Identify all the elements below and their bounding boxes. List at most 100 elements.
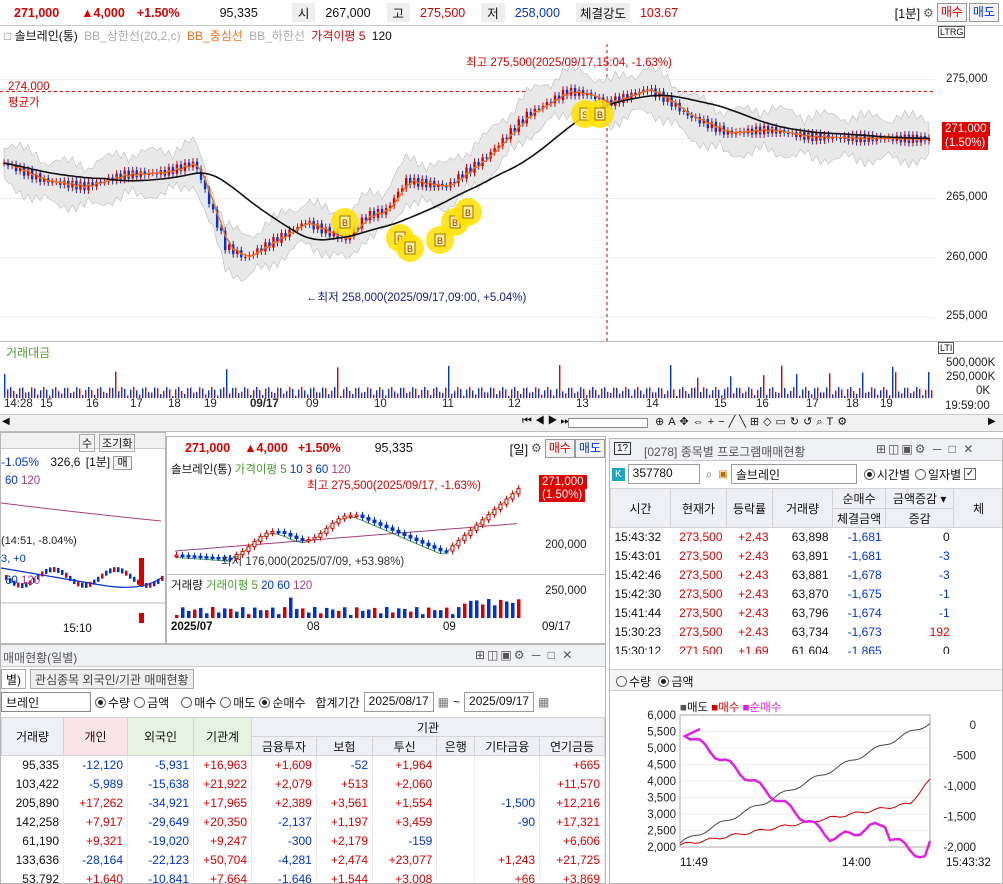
opt-inv-net[interactable]: 순매수 — [259, 694, 306, 711]
panel-number-icon[interactable]: 1? — [614, 442, 632, 455]
high-label: 고 — [386, 3, 411, 22]
investor-cell: +3,561 — [316, 793, 374, 813]
daily-volume-bar — [463, 603, 467, 618]
investor-cell: +1,243 — [474, 850, 541, 870]
candle — [421, 178, 424, 187]
daily-volume-bar — [355, 607, 359, 618]
opt-amt[interactable]: 금액 — [658, 675, 694, 689]
gear-icon[interactable]: ⚙ — [923, 6, 934, 20]
program-cell: 273,500 — [679, 606, 723, 620]
investor-cell: +1,554 — [372, 793, 438, 813]
collapse-icon[interactable]: □ — [4, 29, 11, 43]
mini-candle — [69, 575, 72, 581]
mini-tab-reset[interactable]: 조기화 — [99, 434, 136, 452]
daily-volume-bar — [469, 600, 473, 618]
daily-buy-button[interactable]: 매수 — [544, 438, 575, 458]
program-row[interactable]: 15:43:32 273,500 +2.43 63,898 -1,681 0 — [611, 528, 1003, 547]
stock-code-input[interactable]: 357780 — [627, 464, 700, 484]
scroll-right-icon[interactable]: ▶ — [988, 416, 996, 427]
opt-inv-qty[interactable]: 수량 — [95, 694, 130, 711]
opt-inv-sell[interactable]: 매도 — [220, 694, 255, 711]
window-controls[interactable]: ⊞◫▣⚙ ─ □ ✕ — [876, 442, 975, 456]
investor-window-controls[interactable]: ⊞◫▣⚙ ─ □ ✕ — [475, 648, 574, 662]
investor-row[interactable]: 53,792 +1,640 -10,841 +7,664 -1,646 +1,544 +3,… — [1, 869, 605, 883]
interval-selector[interactable]: [1분] — [895, 3, 920, 22]
volume-bar — [751, 388, 753, 398]
investor-row[interactable]: 205,890 +17,262 -34,921 +17,965 +2,389 +3,561… — [1, 793, 605, 813]
program-row[interactable]: 15:30:23 273,500 +2.43 63,734 -1,673 192 — [611, 623, 1003, 642]
investor-row[interactable]: 61,190 +9,321 -19,020 +9,247 -300 +2,179 -159 +… — [1, 831, 605, 851]
opt-day[interactable]: 일자별 — [914, 466, 961, 483]
col-delta: 증감 — [885, 508, 955, 528]
volume-bar — [604, 387, 606, 398]
investor-title-bar: 매매현황(일별) ⊞◫▣⚙ ─ □ ✕ — [1, 645, 605, 667]
volume-bar — [382, 389, 384, 398]
program-row[interactable]: 15:42:30 273,500 +2.43 63,870 -1,675 -1 — [611, 585, 1003, 604]
date-from-input[interactable]: 2025/08/17 — [363, 692, 434, 712]
price-axis: 275,000270,000265,000260,000255,000 — [936, 26, 1003, 341]
daily-volume-bar — [511, 602, 515, 618]
mini-tab-su[interactable]: 수 — [79, 434, 96, 452]
zoom-slider[interactable] — [568, 418, 648, 428]
investor-row[interactable]: 133,636 -28,164 -22,123 +50,704 -4,281 +2,474… — [1, 850, 605, 870]
mini-buy-button[interactable]: 매 — [113, 456, 132, 470]
volume-mode-icon[interactable]: LTI — [938, 342, 955, 354]
daily-interval[interactable]: [일] — [510, 439, 528, 458]
buy-button[interactable]: 매수 — [936, 3, 967, 22]
investor-cell: +66 — [474, 869, 541, 883]
volume-bar — [916, 387, 918, 398]
investor-cell: -12,120 — [63, 755, 128, 775]
col-rate: 등락률 — [726, 488, 773, 528]
daily-gear-icon[interactable]: ⚙ — [531, 441, 542, 455]
investor-row[interactable]: 142,258 +7,917 -29,649 +20,350 -2,137 +1,197 +… — [1, 812, 605, 832]
calendar-icon[interactable]: ▦ — [438, 695, 449, 709]
program-row[interactable]: 15:41:44 273,500 +2.43 63,796 -1,674 -1 — [611, 604, 1003, 623]
date-to-input[interactable]: 2025/09/17 — [464, 692, 535, 712]
folder-icon[interactable]: ▣ — [718, 469, 727, 480]
program-row[interactable]: 15:42:46 273,500 +2.43 63,881 -1,678 -3 — [611, 566, 1003, 585]
opt-inv-buy[interactable]: 매수 — [181, 694, 216, 711]
investor-cell: 103,422 — [1, 774, 64, 794]
mini-interval[interactable]: [1분] — [86, 455, 110, 469]
daily-volume-bar — [187, 610, 191, 618]
program-row[interactable]: 15:30:12 271,500 +1.69 61,604 -1,865 0 — [611, 642, 1003, 654]
opt-qty[interactable]: 수량 — [616, 675, 651, 689]
investor-cell: +3,459 — [372, 812, 438, 832]
program-cell: 273,500 — [679, 568, 723, 582]
volume-bar — [10, 387, 12, 398]
daily-sell-button[interactable]: 매도 — [574, 438, 605, 458]
option-checkbox[interactable]: ✓ — [964, 468, 977, 480]
investor-row[interactable]: 103,422 -5,989 -15,638 +21,922 +2,079 +513 +2,… — [1, 774, 605, 794]
legend-stock: 솔브레인(통) — [14, 29, 78, 43]
program-row[interactable]: 15:43:01 273,500 +2.43 63,891 -1,681 -3 — [611, 547, 1003, 566]
investor-row[interactable]: 95,335 -12,120 -5,931 +16,963 +1,609 -52 +1,96… — [1, 755, 605, 775]
mini-candle — [49, 567, 52, 573]
opt-inv-amt[interactable]: 금액 — [134, 694, 169, 711]
tab-watchlist[interactable]: 관심종목 외국인/기관 매매현황 — [30, 669, 194, 689]
volume-bar — [544, 390, 546, 398]
volume-bar — [673, 389, 675, 398]
chart-toolbar-icons[interactable]: ⏮◀▶⏭ — [522, 415, 573, 428]
chart-scrollbar[interactable]: ◀ ⏮◀▶⏭ ⊕A✥⇔+−╱╲⊞◇▭↻↺⌕T⚙ ▶ — [0, 414, 1003, 431]
net-select[interactable]: 금액증감 ▾ — [885, 488, 955, 509]
daily-candle — [330, 522, 335, 529]
program-cell: -3 — [939, 549, 950, 563]
scroll-left-icon[interactable]: ◀ — [2, 416, 10, 427]
investor-cell — [474, 774, 541, 794]
calendar-icon-2[interactable]: ▦ — [538, 695, 549, 709]
sell-button[interactable]: 매도 — [968, 3, 999, 22]
search-icon[interactable]: ⌕ — [706, 467, 713, 482]
volume-bar — [421, 389, 423, 398]
program-cell: 63,734 — [791, 625, 829, 639]
daily-ytick-200k: 200,000 — [545, 539, 587, 551]
opt-time[interactable]: 시간별 — [863, 466, 910, 483]
prog-left-tick: 2,500 — [647, 826, 676, 838]
daily-candle — [180, 554, 185, 557]
drawing-tools[interactable]: ⊕A✥⇔+−╱╲⊞◇▭↻↺⌕T⚙ — [655, 415, 851, 429]
investor-stock-field[interactable]: 브레인 — [1, 692, 91, 712]
volume-bar — [109, 387, 111, 398]
candle — [219, 227, 223, 231]
mini-candle — [41, 571, 44, 577]
program-cell: 15:42:46 — [614, 568, 662, 582]
tab-daily[interactable]: 별) — [1, 669, 27, 689]
